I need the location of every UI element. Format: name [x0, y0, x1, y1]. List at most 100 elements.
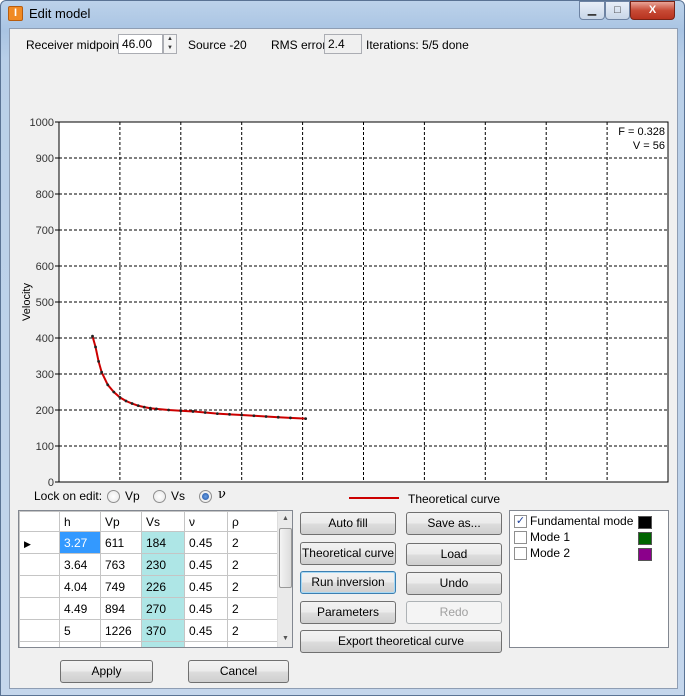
col-header-vs[interactable]: Vs: [141, 511, 185, 532]
table-cell-vs[interactable]: 230: [141, 553, 185, 576]
curve-data-point[interactable]: [94, 345, 97, 349]
curve-data-point[interactable]: [148, 406, 152, 410]
row-selector[interactable]: [19, 575, 60, 598]
table-cell[interactable]: [59, 641, 101, 647]
mode-item[interactable]: Mode 2: [514, 546, 664, 562]
curve-data-point[interactable]: [191, 410, 195, 413]
parameters-button[interactable]: Parameters: [300, 601, 396, 624]
table-cell-vp[interactable]: 1226: [100, 619, 142, 642]
mode-checkbox[interactable]: ✓: [514, 515, 527, 528]
curve-data-point[interactable]: [142, 405, 146, 409]
table-row[interactable]: 4.49 894 270 0.45 2: [19, 597, 278, 620]
row-selector[interactable]: [19, 553, 60, 576]
lock-vp-radio[interactable]: [107, 490, 120, 503]
layer-table[interactable]: h Vp Vs ν ρ ▶ 3.27 611 184 0.45 2 3.64 763 230 0.…: [18, 510, 293, 648]
scroll-thumb[interactable]: [279, 528, 292, 588]
table-scrollbar[interactable]: ▲ ▼: [277, 511, 292, 647]
table-cell-h[interactable]: 3.27: [59, 531, 101, 554]
curve-data-point[interactable]: [240, 413, 244, 417]
table-cell-vs[interactable]: 370: [141, 619, 185, 642]
curve-data-point[interactable]: [106, 383, 110, 387]
curve-data-point[interactable]: [130, 402, 134, 405]
curve-data-point[interactable]: [304, 417, 308, 421]
lock-nu-radio[interactable]: [199, 490, 212, 503]
table-cell-nu[interactable]: 0.45: [184, 553, 228, 576]
table-cell[interactable]: [141, 641, 185, 647]
load-button[interactable]: Load: [406, 543, 502, 566]
table-cell-vs[interactable]: 184: [141, 531, 185, 554]
table-cell-vp[interactable]: 611: [100, 531, 142, 554]
table-cell[interactable]: [100, 641, 142, 647]
curve-data-point[interactable]: [100, 370, 104, 374]
close-button[interactable]: X: [630, 1, 675, 20]
receiver-midpoint-input[interactable]: [118, 34, 163, 54]
table-cell-nu[interactable]: 0.45: [184, 597, 228, 620]
chart-svg[interactable]: 0102030405060708090100010020030040050060…: [10, 61, 679, 511]
dispersion-chart[interactable]: 0102030405060708090100010020030040050060…: [10, 61, 679, 511]
curve-data-point[interactable]: [276, 415, 280, 419]
col-header-rho[interactable]: ρ: [227, 511, 278, 532]
curve-data-point[interactable]: [97, 360, 100, 363]
mode-color-swatch[interactable]: [638, 548, 652, 561]
table-cell-rho[interactable]: 2: [227, 575, 278, 598]
table-cell-rho[interactable]: 2: [227, 531, 278, 554]
mode-checkbox[interactable]: [514, 531, 527, 544]
export-theoretical-curve-button[interactable]: Export theoretical curve: [300, 630, 502, 653]
table-cell-vp[interactable]: 749: [100, 575, 142, 598]
curve-data-point[interactable]: [179, 409, 183, 413]
col-header-h[interactable]: h: [59, 511, 101, 532]
table-cell[interactable]: [19, 641, 60, 647]
lock-vs-radio[interactable]: [153, 490, 166, 503]
table-cell-nu[interactable]: 0.45: [184, 619, 228, 642]
mode-item[interactable]: ✓ Fundamental mode: [514, 514, 664, 530]
maximize-button[interactable]: □: [605, 1, 630, 20]
curve-data-point[interactable]: [167, 408, 171, 412]
spin-up-icon[interactable]: ▲: [164, 35, 176, 44]
table-cell-vs[interactable]: 226: [141, 575, 185, 598]
table-cell-h[interactable]: 3.64: [59, 553, 101, 576]
table-row[interactable]: 5 1226 370 0.45 2: [19, 619, 278, 642]
curve-data-point[interactable]: [228, 412, 231, 416]
curve-data-point[interactable]: [124, 399, 128, 403]
receiver-midpoint-spinner[interactable]: ▲ ▼: [163, 34, 177, 54]
curve-data-point[interactable]: [155, 407, 158, 411]
table-cell-rho[interactable]: 2: [227, 553, 278, 576]
auto-fill-button[interactable]: Auto fill: [300, 512, 396, 535]
row-selector[interactable]: [19, 597, 60, 620]
curve-data-point[interactable]: [252, 414, 256, 418]
table-cell-h[interactable]: 5: [59, 619, 101, 642]
table-cell-rho[interactable]: 2: [227, 597, 278, 620]
table-cell-nu[interactable]: 0.45: [184, 575, 228, 598]
table-cell-h[interactable]: 4.49: [59, 597, 101, 620]
row-selector[interactable]: ▶: [19, 531, 60, 554]
scroll-down-icon[interactable]: ▼: [278, 631, 292, 647]
curve-data-point[interactable]: [264, 415, 268, 418]
apply-button[interactable]: Apply: [60, 660, 153, 683]
mode-checkbox[interactable]: [514, 547, 527, 560]
mode-color-swatch[interactable]: [638, 516, 652, 529]
curve-data-point[interactable]: [215, 412, 219, 415]
curve-data-point[interactable]: [203, 411, 207, 414]
table-cell-vp[interactable]: 763: [100, 553, 142, 576]
curve-data-point[interactable]: [91, 334, 94, 338]
table-row[interactable]: [19, 641, 278, 647]
col-header-nu[interactable]: ν: [184, 511, 228, 532]
scroll-up-icon[interactable]: ▲: [278, 511, 292, 527]
undo-button[interactable]: Undo: [406, 572, 502, 595]
mode-item[interactable]: Mode 1: [514, 530, 664, 546]
table-cell-vs[interactable]: 270: [141, 597, 185, 620]
curve-data-point[interactable]: [118, 396, 122, 399]
table-cell-nu[interactable]: 0.45: [184, 531, 228, 554]
minimize-button[interactable]: ▁: [579, 1, 605, 20]
curve-data-point[interactable]: [112, 390, 116, 394]
curve-data-point[interactable]: [136, 404, 140, 408]
row-selector[interactable]: [19, 619, 60, 642]
table-row[interactable]: 3.64 763 230 0.45 2: [19, 553, 278, 576]
save-as-button[interactable]: Save as...: [406, 512, 502, 535]
table-cell[interactable]: [184, 641, 228, 647]
run-inversion-button[interactable]: Run inversion: [300, 571, 396, 594]
col-header-vp[interactable]: Vp: [100, 511, 142, 532]
table-cell[interactable]: [227, 641, 278, 647]
cancel-button[interactable]: Cancel: [188, 660, 289, 683]
title-bar[interactable]: I Edit model ▁ □ X: [1, 1, 684, 27]
